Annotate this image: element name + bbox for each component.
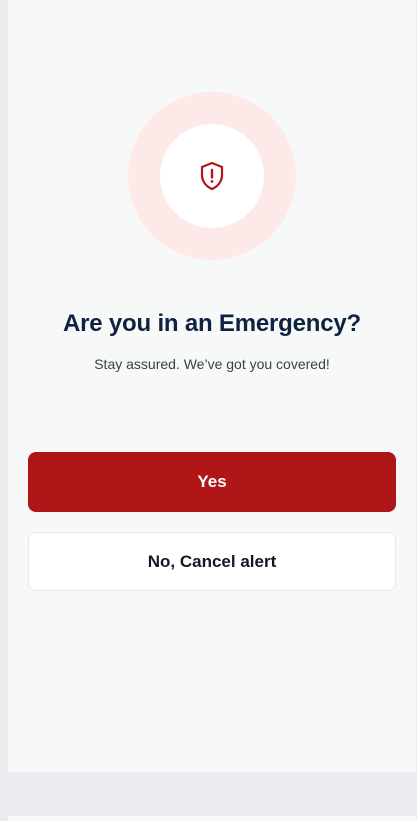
shield-alert-icon xyxy=(200,161,224,191)
page-title: Are you in an Emergency? xyxy=(63,310,361,337)
cancel-alert-button[interactable]: No, Cancel alert xyxy=(28,532,396,591)
bottom-sheet-edge xyxy=(8,816,416,821)
alert-icon-circle xyxy=(160,124,264,228)
emergency-prompt-screen: Are you in an Emergency? Stay assured. W… xyxy=(8,0,416,772)
yes-button[interactable]: Yes xyxy=(28,452,396,512)
alert-icon-ring xyxy=(128,92,296,260)
page-subtitle: Stay assured. We’ve got you covered! xyxy=(94,356,330,372)
